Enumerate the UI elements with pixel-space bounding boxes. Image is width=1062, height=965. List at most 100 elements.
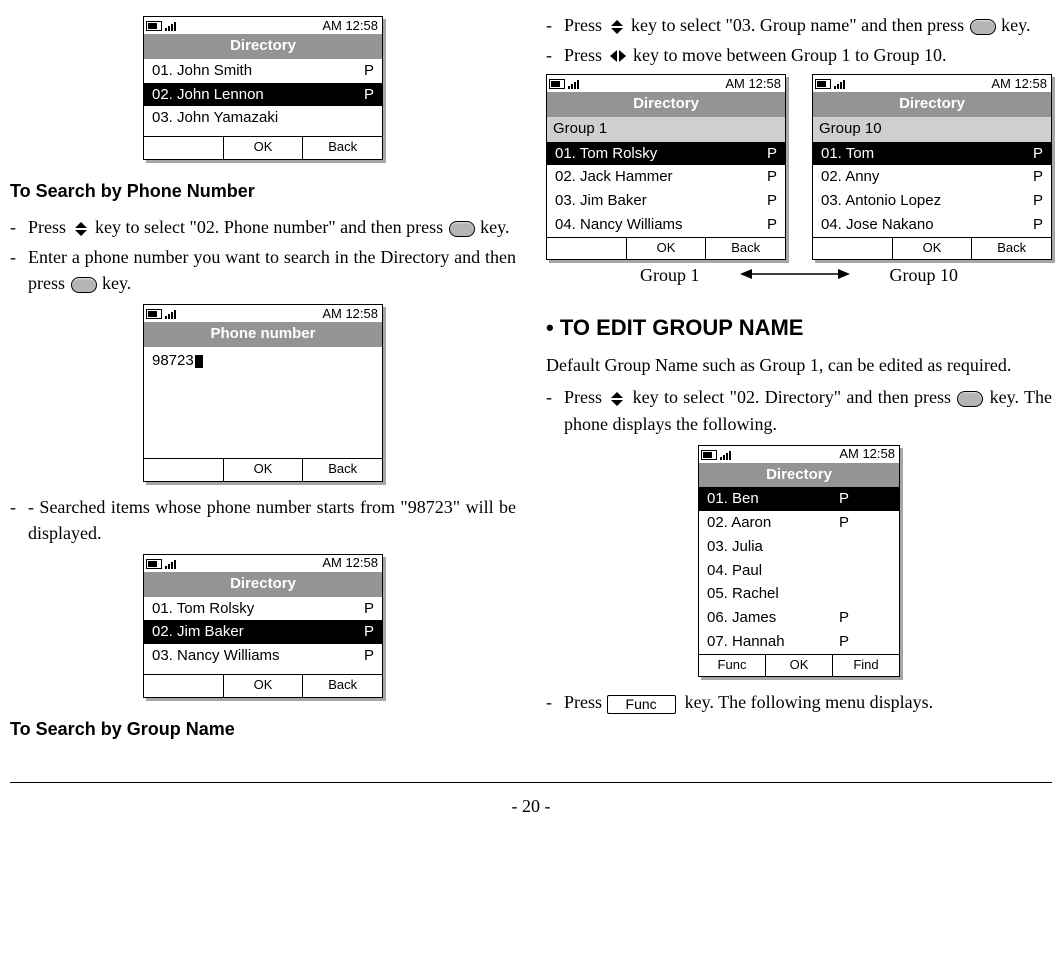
list-item[interactable]: 02. AaronP [699,511,899,535]
battery-icon [146,21,162,31]
softkey-center[interactable]: OK [223,137,303,159]
softkey-right[interactable]: Back [302,459,382,481]
text-cursor [195,355,203,368]
list-body: 01. John SmithP 02. John LennonP 03. Joh… [144,59,382,136]
signal-icon [165,309,176,319]
list-item[interactable]: 05. Rachel [699,582,899,606]
list-item[interactable]: 01. BenP [699,487,899,511]
ok-key-icon [970,19,996,35]
left-column: AM 12:58 Directory 01. John SmithP 02. J… [10,8,516,752]
list-item[interactable]: 03. Antonio LopezP [813,189,1051,213]
battery-icon [549,79,565,89]
list-item[interactable]: 02. Jim BakerP [144,620,382,644]
updown-key-icon [609,391,625,407]
phone-screen-group1: AM 12:58 Directory Group 1 01. Tom Rolsk… [546,74,786,260]
signal-icon [165,559,176,569]
list-item[interactable]: 07. HannahP [699,630,899,654]
list-item[interactable]: 03. John Yamazaki [144,106,382,130]
list-item[interactable]: 03. Nancy WilliamsP [144,644,382,668]
softkey-center[interactable]: OK [892,238,972,260]
screen-title: Directory [813,92,1051,117]
updown-key-icon [609,19,625,35]
softkey-right[interactable]: Back [302,675,382,697]
input-field[interactable]: 98723 [144,347,382,458]
list-item[interactable]: 01. Tom RolskyP [144,597,382,621]
list-item[interactable]: 03. Julia [699,535,899,559]
instruction-line: - - Searched items whose phone number st… [10,494,516,546]
list-item[interactable]: 06. JamesP [699,606,899,630]
right-column: - Press key to select "03. Group name" a… [546,8,1052,752]
screen-title: Directory [547,92,785,117]
phone-screen-phone-number: AM 12:58 Phone number 98723 OK Back [143,304,383,481]
softkey-left[interactable] [144,459,223,481]
screen-title: Directory [144,34,382,59]
battery-icon [146,559,162,569]
softkey-left[interactable] [813,238,892,260]
list-item[interactable]: 03. Jim BakerP [547,189,785,213]
status-time: AM 12:58 [322,305,378,324]
group-sub-header: Group 1 [547,117,785,142]
phone-screen-directory-2: AM 12:58 Directory 01. Tom RolskyP 02. J… [143,554,383,698]
instruction-line: - Press Func key. The following menu dis… [546,689,1052,715]
softkey-center[interactable]: OK [765,655,832,677]
softkey-left[interactable] [144,675,223,697]
battery-icon [146,309,162,319]
status-time: AM 12:58 [322,17,378,36]
status-time: AM 12:58 [991,75,1047,94]
list-item[interactable]: 04. Jose NakanoP [813,213,1051,237]
softkey-right[interactable]: Back [705,238,785,260]
instruction-line: - Press key to select "03. Group name" a… [546,12,1052,38]
softkey-bar: OK Back [144,458,382,481]
list-item[interactable]: 02. John LennonP [144,83,382,107]
list-item[interactable]: 01. Tom RolskyP [547,142,785,166]
softkey-left[interactable] [144,137,223,159]
softkey-center[interactable]: OK [223,675,303,697]
list-item[interactable]: 02. Jack HammerP [547,165,785,189]
softkey-bar: OK Back [144,136,382,159]
phone-screen-directory-list: AM 12:58 Directory 01. BenP 02. AaronP 0… [698,445,900,678]
leftright-key-icon [609,44,627,70]
double-arrow-icon [740,262,850,288]
softkey-center[interactable]: OK [223,459,303,481]
softkey-right[interactable]: Find [832,655,899,677]
softkey-left[interactable]: Func [699,655,765,677]
heading-search-group-name: To Search by Group Name [10,716,516,742]
page-number: - 20 - [10,782,1052,819]
status-time: AM 12:58 [839,445,895,464]
list-item[interactable]: 02. AnnyP [813,165,1051,189]
signal-icon [568,79,579,89]
signal-icon [720,450,731,460]
func-softkey-label: Func [607,695,676,714]
group-labels-row: Group 1 Group 10 [546,262,1052,288]
instruction-line: - Press key to select "02. Phone number"… [10,214,516,240]
instruction-line: - Press key to select "02. Directory" an… [546,384,1052,436]
list-item[interactable]: 01. John SmithP [144,59,382,83]
status-icons [146,21,176,31]
list-item[interactable]: 04. Nancy WilliamsP [547,213,785,237]
list-item[interactable]: 01. TomP [813,142,1051,166]
group-label-right: Group 10 [890,262,959,288]
softkey-bar: OK Back [144,674,382,697]
softkey-center[interactable]: OK [626,238,706,260]
battery-icon [701,450,717,460]
ok-key-icon [449,221,475,237]
battery-icon [815,79,831,89]
phone-screen-group10: AM 12:58 Directory Group 10 01. TomP 02.… [812,74,1052,260]
ok-key-icon [957,391,983,407]
screen-title: Directory [144,572,382,597]
softkey-right[interactable]: Back [971,238,1051,260]
signal-icon [165,21,176,31]
status-time: AM 12:58 [725,75,781,94]
softkey-right[interactable]: Back [302,137,382,159]
signal-icon [834,79,845,89]
softkey-left[interactable] [547,238,626,260]
instruction-line: - Press key to move between Group 1 to G… [546,42,1052,70]
instruction-line: - Enter a phone number you want to searc… [10,244,516,296]
screen-title: Directory [699,463,899,488]
group-label-left: Group 1 [640,262,700,288]
status-time: AM 12:58 [322,554,378,573]
screen-title: Phone number [144,322,382,347]
list-item[interactable]: 04. Paul [699,559,899,583]
phone-screen-directory-1: AM 12:58 Directory 01. John SmithP 02. J… [143,16,383,160]
ok-key-icon [71,277,97,293]
